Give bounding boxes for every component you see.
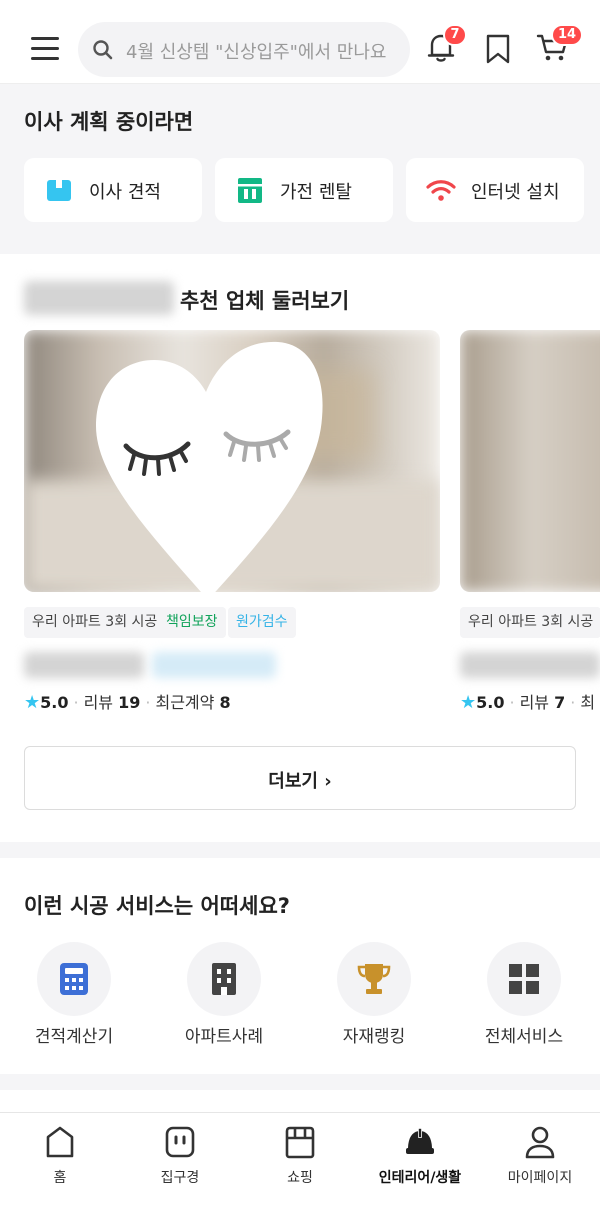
internet-install-card[interactable]: 인터넷 설치 [406, 158, 584, 222]
person-icon [525, 1126, 555, 1159]
helmet-icon [406, 1128, 434, 1154]
more-button[interactable]: 더보기 › [24, 746, 576, 810]
more-label: 더보기 [268, 771, 318, 792]
star-icon: ★ [24, 692, 41, 713]
tag-responsibility: 책임보장 [158, 607, 226, 638]
appliance-rental-card[interactable]: 가전 렌탈 [215, 158, 393, 222]
review-count-2: 7 [554, 693, 566, 712]
cart-badge: 14 [551, 24, 583, 46]
vendor-rating-row: ★5.0 · 리뷰 19 · 최근계약 8 [24, 692, 231, 713]
house-tour-icon [165, 1126, 195, 1158]
wifi-icon [426, 180, 456, 201]
search-placeholder: 4월 신상템 "신상입주"에서 만나요 [126, 42, 387, 63]
vendor-card-photo[interactable] [24, 330, 440, 592]
contract-label: 최근계약 [155, 693, 215, 712]
calculator-icon [60, 963, 88, 995]
box-icon [47, 180, 71, 201]
moving-estimate-card[interactable]: 이사 견적 [24, 158, 202, 222]
nav-house-tour-label: 집구경 [160, 1170, 200, 1186]
vendor-card-photo-2[interactable] [460, 330, 600, 592]
nav-mypage-label: 마이페이지 [507, 1170, 573, 1186]
star-icon: ★ [460, 692, 477, 713]
top-header: 4월 신상템 "신상입주"에서 만나요 7 14 [0, 0, 600, 84]
contract-label-2: 최 [580, 693, 596, 712]
contract-count: 8 [219, 693, 231, 712]
nav-home-label: 홈 [53, 1170, 67, 1186]
search-bar[interactable]: 4월 신상템 "신상입주"에서 만나요 [78, 22, 410, 77]
blurred-vendor-name [24, 652, 144, 678]
trophy-icon [357, 964, 391, 994]
review-label-2: 리뷰 [519, 693, 550, 712]
tag-apartment-history: 우리 아파트 3회 시공 [24, 607, 166, 638]
bookmark-icon[interactable] [481, 32, 515, 66]
appliance-rental-label: 가전 렌탈 [280, 182, 352, 203]
blurred-vendor-name-2 [460, 652, 600, 678]
notification-badge: 7 [443, 24, 467, 46]
moving-estimate-label: 이사 견적 [89, 182, 161, 203]
shop-icon [285, 1126, 315, 1159]
services-title: 이런 시공 서비스는 어떠세요? [24, 894, 290, 918]
service-apartment-label: 아파트사례 [184, 1027, 264, 1047]
apartment-icon [212, 963, 236, 995]
chevron-right-icon: › [324, 771, 332, 792]
service-all-label: 전체서비스 [484, 1027, 564, 1047]
nav-shop-label: 쇼핑 [287, 1170, 313, 1186]
section-divider-2 [0, 1074, 600, 1090]
rating-value-2: 5.0 [476, 693, 505, 712]
grid-icon [509, 964, 539, 994]
moving-title: 이사 계획 중이라면 [24, 110, 194, 134]
bottom-navigation: 홈 집구경 쇼핑 인테리어/생활 마이페이지 [0, 1112, 600, 1213]
menu-icon[interactable] [31, 37, 59, 60]
vendor-rating-row-2: ★5.0 · 리뷰 7 · 최 [460, 692, 596, 713]
section-divider [0, 842, 600, 858]
blurred-vendor-badge [152, 652, 276, 678]
service-calculator-label: 견적계산기 [34, 1027, 114, 1047]
review-label: 리뷰 [83, 693, 114, 712]
home-icon [46, 1126, 74, 1158]
heart-sticker-icon [96, 341, 323, 592]
blurred-location-name [24, 281, 174, 315]
tag-apartment-history-2: 우리 아파트 3회 시공 [460, 607, 600, 638]
vendors-title: 추천 업체 둘러보기 [180, 289, 350, 313]
internet-install-label: 인터넷 설치 [471, 182, 560, 203]
search-icon [93, 40, 113, 60]
service-ranking-label: 자재랭킹 [342, 1027, 406, 1047]
rental-icon [238, 178, 262, 203]
review-count: 19 [118, 693, 141, 712]
tag-cost-check: 원가검수 [228, 607, 296, 638]
rating-value: 5.0 [40, 693, 69, 712]
nav-interior-label: 인테리어/생활 [378, 1170, 462, 1186]
